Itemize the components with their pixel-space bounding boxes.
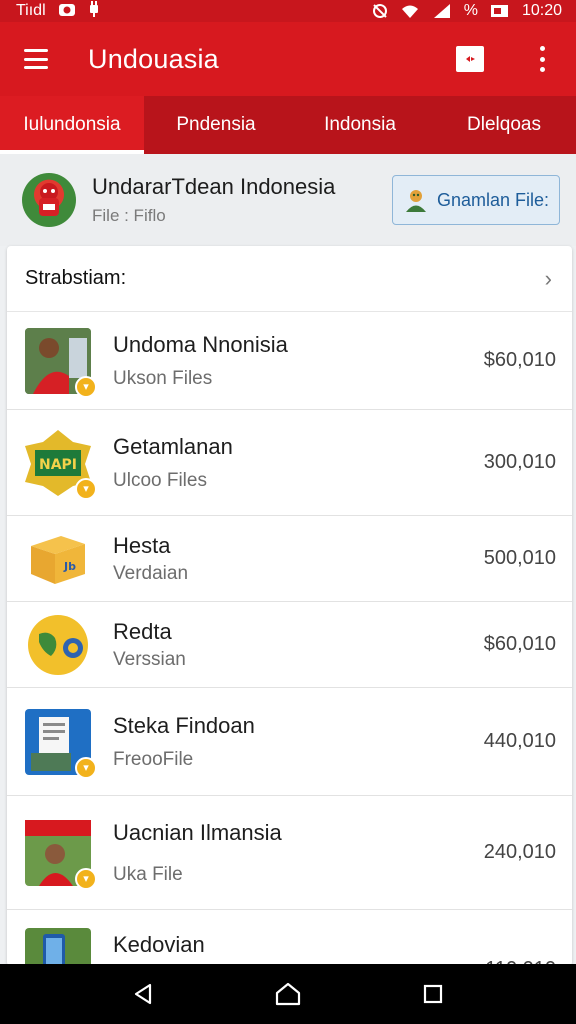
item-thumbnail: ▾ [25, 327, 97, 398]
tab-4[interactable]: Dlelqoas [432, 96, 576, 154]
mascot-icon [39, 183, 59, 216]
item-title: Steka Findoan [113, 712, 255, 738]
item-title: Hesta [113, 532, 171, 558]
list-item[interactable]: Kedovian 110,010 [7, 910, 572, 966]
battery-icon [490, 3, 510, 19]
system-nav-bar [0, 964, 576, 1024]
flag-icon [466, 56, 475, 62]
app-title: Undouasia [88, 43, 219, 74]
signal-icon [432, 3, 452, 19]
tab-1[interactable]: Iulundonsia [0, 96, 144, 154]
item-thumbnail: ▾ [25, 819, 97, 890]
menu-icon[interactable] [24, 49, 48, 69]
wifi-icon [400, 3, 420, 19]
phone-icon [25, 928, 91, 966]
list-item[interactable]: NAPI ▾ Getamlanan Ulcoo Files 300,010 [7, 410, 572, 516]
recent-apps-icon[interactable] [413, 974, 453, 1014]
badge-icon: ▾ [75, 867, 97, 890]
plug-notification-icon [88, 0, 100, 22]
list-item[interactable]: ▾ Uacnian Ilmansia Uka File 240,010 [7, 796, 572, 910]
section-title: Strabstiam: [25, 267, 127, 289]
item-title: Kedovian [113, 932, 205, 957]
chevron-right-icon: › [544, 265, 552, 291]
profile-header: UndararTdean Indonesia File : Fiflo Gnam… [0, 154, 576, 246]
section-header[interactable]: Strabstiam: › [7, 246, 572, 312]
package-box-icon: Jb [31, 535, 85, 584]
carrier-label: Tiıdl [16, 2, 46, 19]
file-button-label: Gnamlan File: [436, 189, 550, 210]
clock: 10:20 [521, 2, 562, 19]
tab-3[interactable]: Indonsia [288, 96, 432, 154]
tab-bar: Iulundonsia Pndensia Indonsia Dlelqoas [0, 96, 576, 154]
app-bar: Undouasia [0, 22, 576, 96]
list-item[interactable]: ▾ Steka Findoan FreooFile 440,010 [7, 688, 572, 796]
item-subtitle: FreooFile [113, 748, 194, 770]
svg-text:Jb: Jb [63, 560, 76, 573]
item-thumbnail: NAPI ▾ [25, 429, 97, 500]
item-price: $60,010 [483, 349, 556, 371]
battery-percent: % [463, 2, 478, 19]
item-title: Uacnian Ilmansia [113, 819, 282, 845]
item-subtitle: Ukson Files [113, 367, 213, 389]
item-subtitle: Verssian [113, 648, 186, 670]
user-icon [405, 190, 426, 212]
item-title: Getamlanan [113, 433, 233, 459]
item-subtitle: Ulcoo Files [113, 469, 207, 491]
list-item[interactable]: ▾ Undoma Nnonisia Ukson Files $60,010 [7, 312, 572, 410]
item-price: 500,010 [483, 547, 556, 569]
item-subtitle: Verdaian [113, 562, 189, 584]
language-flag-button[interactable] [456, 46, 484, 72]
item-thumbnail: Jb [25, 526, 91, 592]
home-icon[interactable] [268, 974, 308, 1014]
item-price: 240,010 [483, 841, 556, 863]
content-card: Strabstiam: › ▾ Undoma Nnonisia Ukson Fi… [7, 246, 572, 966]
back-icon[interactable] [123, 974, 163, 1014]
camera-notification-icon [58, 1, 76, 22]
badge-icon: ▾ [75, 375, 97, 398]
list-item[interactable]: Jb Hesta Verdaian 500,010 [7, 516, 572, 602]
map-icon [28, 614, 88, 675]
badge-icon: ▾ [75, 477, 97, 500]
item-title: Undoma Nnonisia [113, 331, 288, 357]
file-button[interactable]: Gnamlan File: [392, 175, 560, 225]
item-thumbnail [25, 612, 91, 678]
item-thumbnail [25, 928, 91, 966]
status-bar: Tiıdl % 10:20 [0, 0, 576, 22]
profile-name: UndararTdean Indonesia [92, 174, 336, 199]
profile-avatar[interactable] [22, 173, 76, 227]
list-item[interactable]: Redta Verssian $60,010 [7, 602, 572, 688]
item-price: $60,010 [483, 633, 556, 655]
tab-2[interactable]: Pndensia [144, 96, 288, 154]
badge-icon: ▾ [75, 756, 97, 779]
more-options-icon[interactable] [538, 46, 546, 72]
mute-icon [372, 3, 388, 19]
item-subtitle: Uka File [113, 863, 183, 885]
item-thumbnail: ▾ [25, 708, 97, 779]
profile-subtitle: File : Fiflo [92, 206, 166, 225]
item-price: 300,010 [483, 451, 556, 473]
item-price: 440,010 [483, 730, 556, 752]
svg-text:NAPI: NAPI [39, 457, 77, 473]
item-title: Redta [113, 618, 172, 644]
